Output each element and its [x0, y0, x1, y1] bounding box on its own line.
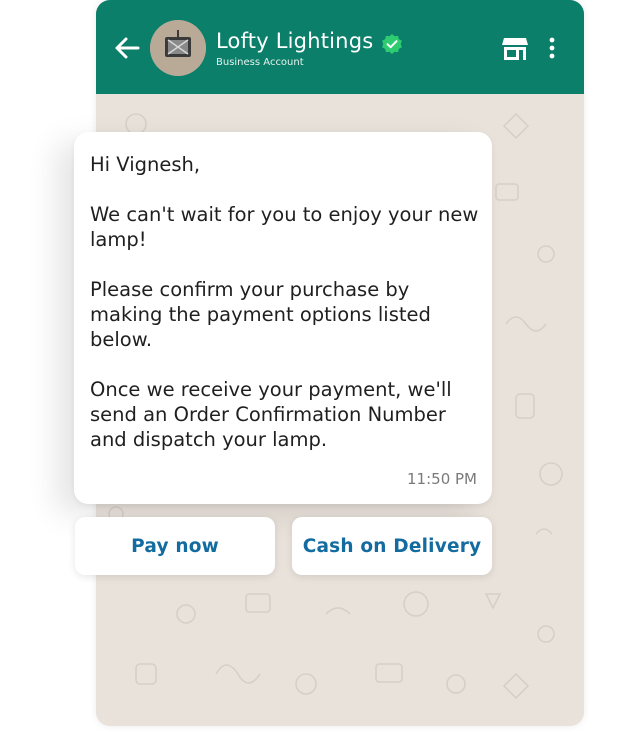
verified-badge-icon — [382, 34, 403, 54]
message-text: Hi Vignesh, We can't wait for you to enj… — [90, 153, 479, 451]
message-timestamp: 11:50 PM — [407, 470, 477, 488]
account-type-label: Business Account — [216, 57, 304, 68]
header-title[interactable]: Lofty Lightings Business Account — [216, 27, 403, 68]
storefront-icon[interactable] — [501, 36, 529, 62]
business-name: Lofty Lightings — [216, 29, 374, 53]
cash-on-delivery-button[interactable]: Cash on Delivery — [292, 517, 492, 575]
lamp-logo-icon — [150, 20, 206, 76]
business-avatar[interactable] — [150, 20, 206, 76]
chat-header: Lofty Lightings Business Account — [96, 0, 584, 94]
arrow-left-icon[interactable] — [112, 33, 142, 63]
stage: Lofty Lightings Business Account Hi Vign… — [0, 0, 640, 732]
pay-now-button[interactable]: Pay now — [75, 517, 275, 575]
message-bubble: Hi Vignesh, We can't wait for you to enj… — [74, 132, 492, 504]
more-vertical-icon[interactable] — [547, 36, 557, 60]
